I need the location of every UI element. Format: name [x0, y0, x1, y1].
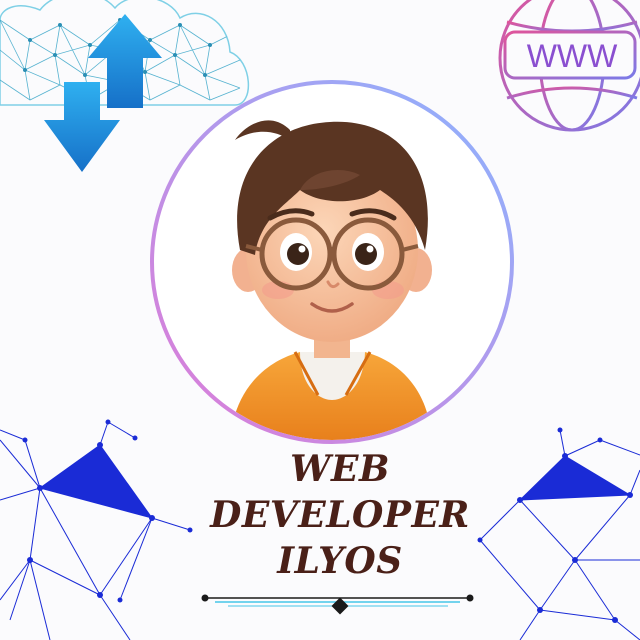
page-title: WEB DEVELOPER ILYOS: [170, 446, 510, 584]
title-line-3: ILYOS: [277, 540, 403, 582]
title-line-1: WEB: [290, 448, 390, 490]
title-line-2: DEVELOPER: [210, 494, 470, 536]
